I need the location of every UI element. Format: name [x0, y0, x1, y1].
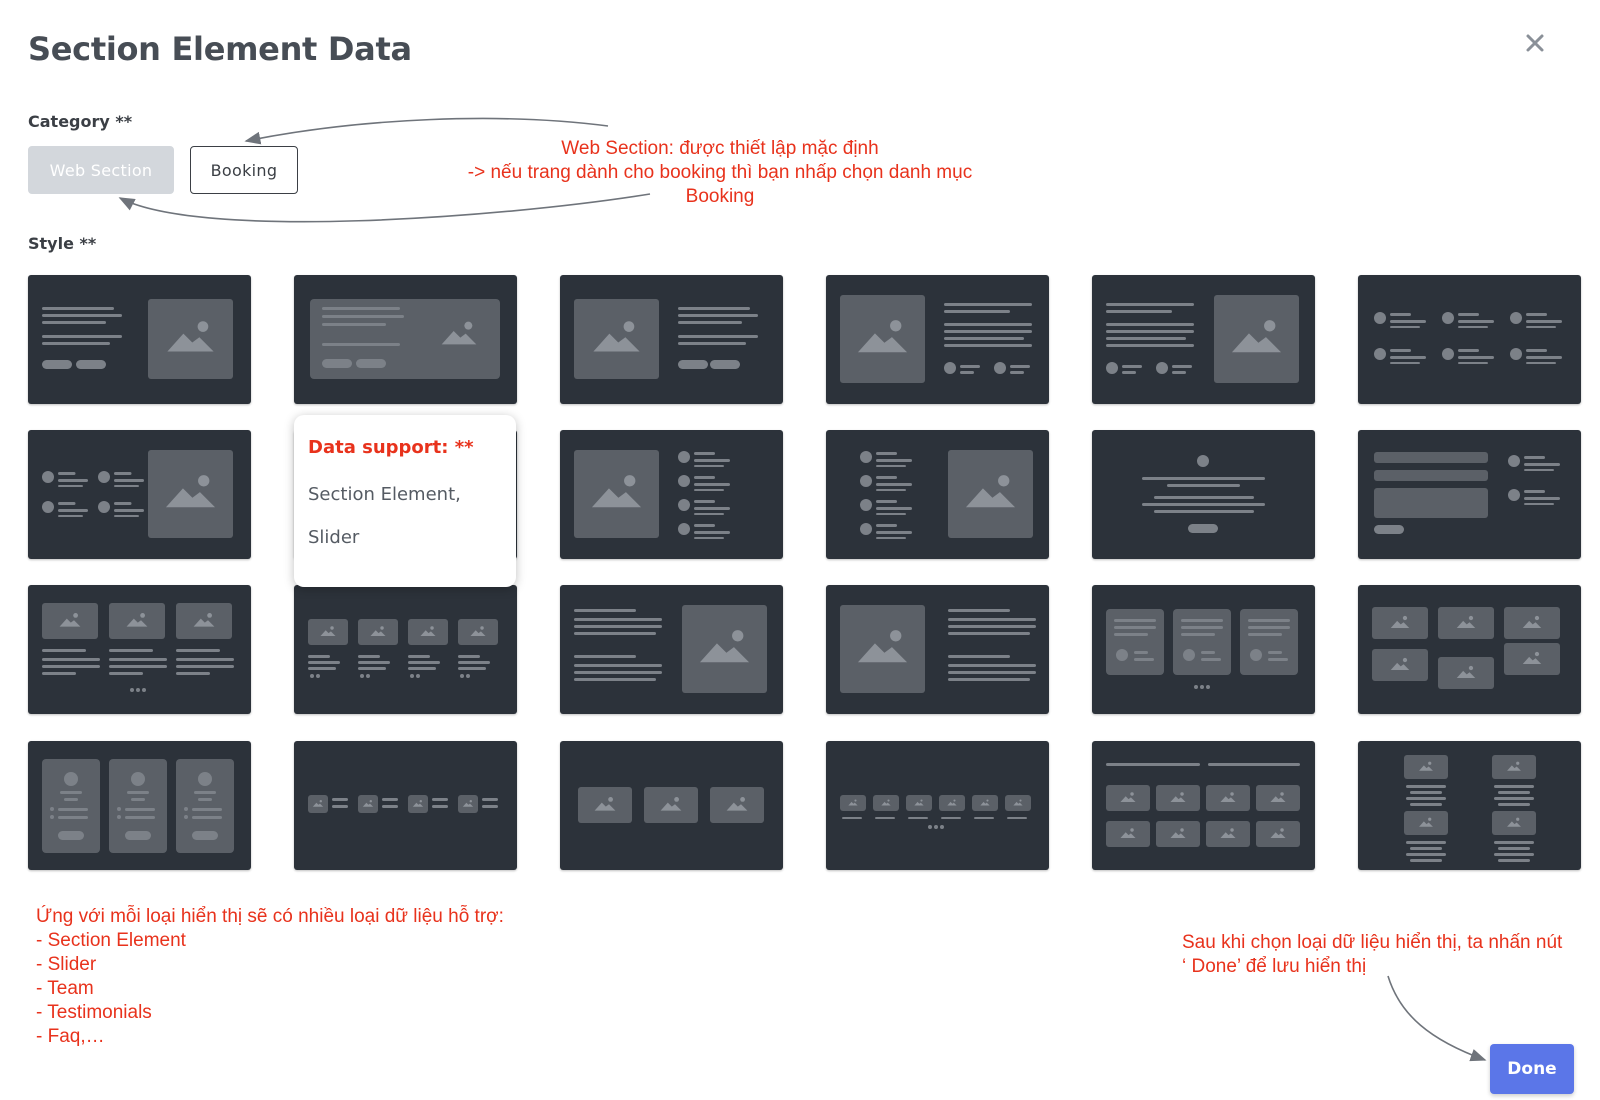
style-option-6[interactable] — [1358, 275, 1581, 404]
style-option-7[interactable] — [28, 430, 251, 559]
style-option-2[interactable] — [294, 275, 517, 404]
style-option-19[interactable] — [28, 741, 251, 870]
style-option-11[interactable] — [1092, 430, 1315, 559]
style-thumbnail-icon — [860, 450, 1033, 539]
style-thumbnail-icon — [42, 299, 233, 379]
style-option-12[interactable] — [1358, 430, 1581, 559]
style-thumbnail-icon — [42, 759, 234, 853]
category-annotation-line: -> nếu trang dành cho booking thì bạn nh… — [467, 162, 973, 183]
data-types-line: - Slider — [36, 954, 97, 975]
style-option-24[interactable] — [1358, 741, 1581, 870]
style-thumbnail-icon — [42, 603, 234, 692]
category-label: Category ** — [28, 112, 133, 131]
category-web-section-button[interactable]: Web Section — [28, 146, 174, 194]
style-option-1[interactable] — [28, 275, 251, 404]
style-thumbnail-icon — [578, 787, 764, 823]
style-thumbnail-icon — [574, 450, 730, 539]
data-support-tooltip: Data support: ** Section Element, Slider — [294, 415, 516, 587]
style-option-9[interactable] — [560, 430, 783, 559]
modal-title: Section Element Data — [28, 30, 412, 68]
done-button[interactable]: Done — [1490, 1044, 1574, 1094]
style-thumbnail-icon — [840, 795, 1031, 829]
style-option-4[interactable] — [826, 275, 1049, 404]
style-option-18[interactable] — [1358, 585, 1581, 714]
style-option-15[interactable] — [560, 585, 783, 714]
close-icon — [1526, 34, 1544, 52]
category-annotation-line: Booking — [685, 186, 755, 207]
category-booking-button[interactable]: Booking — [190, 146, 298, 194]
style-option-14[interactable] — [294, 585, 517, 714]
done-annotation-line: Sau khi chọn loại dữ liệu hiển thị, ta n… — [1182, 932, 1563, 953]
style-option-22[interactable] — [826, 741, 1049, 870]
style-option-21[interactable] — [560, 741, 783, 870]
style-thumbnail-icon — [42, 450, 233, 538]
style-option-5[interactable] — [1092, 275, 1315, 404]
style-thumbnail-icon — [840, 605, 1036, 693]
category-annotation-line: Web Section: được thiết lập mặc định — [561, 138, 879, 159]
close-button[interactable] — [1520, 28, 1550, 58]
style-thumbnail-icon — [310, 299, 500, 379]
data-types-line: - Faq,… — [36, 1026, 105, 1047]
style-option-3[interactable] — [560, 275, 783, 404]
style-thumbnail-icon — [1374, 452, 1560, 534]
done-annotation: Sau khi chọn loại dữ liệu hiển thị, ta n… — [1182, 931, 1592, 979]
style-thumbnail-icon — [1142, 455, 1265, 533]
data-types-line: - Section Element — [36, 930, 186, 951]
style-thumbnail-icon — [308, 619, 498, 678]
style-option-23[interactable] — [1092, 741, 1315, 870]
data-types-annotation: Ứng với mỗi loại hiển thị sẽ có nhiều lo… — [36, 905, 636, 1049]
style-option-20[interactable] — [294, 741, 517, 870]
style-thumbnail-icon — [1106, 763, 1300, 847]
style-thumbnail-icon — [308, 795, 498, 813]
style-option-10[interactable] — [826, 430, 1049, 559]
style-option-16[interactable] — [826, 585, 1049, 714]
style-option-17[interactable] — [1092, 585, 1315, 714]
style-label: Style ** — [28, 234, 97, 253]
data-types-line: Ứng với mỗi loại hiển thị sẽ có nhiều lo… — [36, 906, 504, 927]
style-thumbnail-icon — [574, 299, 758, 379]
style-thumbnail-icon — [1106, 295, 1299, 383]
tooltip-item: Slider — [308, 527, 360, 548]
data-types-line: - Team — [36, 978, 94, 999]
style-thumbnail-icon — [1404, 755, 1536, 862]
style-thumbnail-icon — [1372, 607, 1560, 689]
style-thumbnail-icon — [1374, 312, 1562, 364]
style-thumbnail-icon — [840, 295, 1032, 383]
style-thumbnail-icon — [1106, 609, 1298, 689]
data-types-line: - Testimonials — [36, 1002, 152, 1023]
style-option-13[interactable] — [28, 585, 251, 714]
style-thumbnail-icon — [574, 605, 767, 693]
tooltip-title: Data support: ** — [308, 437, 474, 458]
arrow-to-done — [1387, 975, 1487, 1062]
done-annotation-line: ‘ Done’ để lưu hiển thị — [1182, 956, 1367, 977]
category-annotation: Web Section: được thiết lập mặc định -> … — [430, 137, 1010, 209]
tooltip-item: Section Element, — [308, 484, 461, 505]
